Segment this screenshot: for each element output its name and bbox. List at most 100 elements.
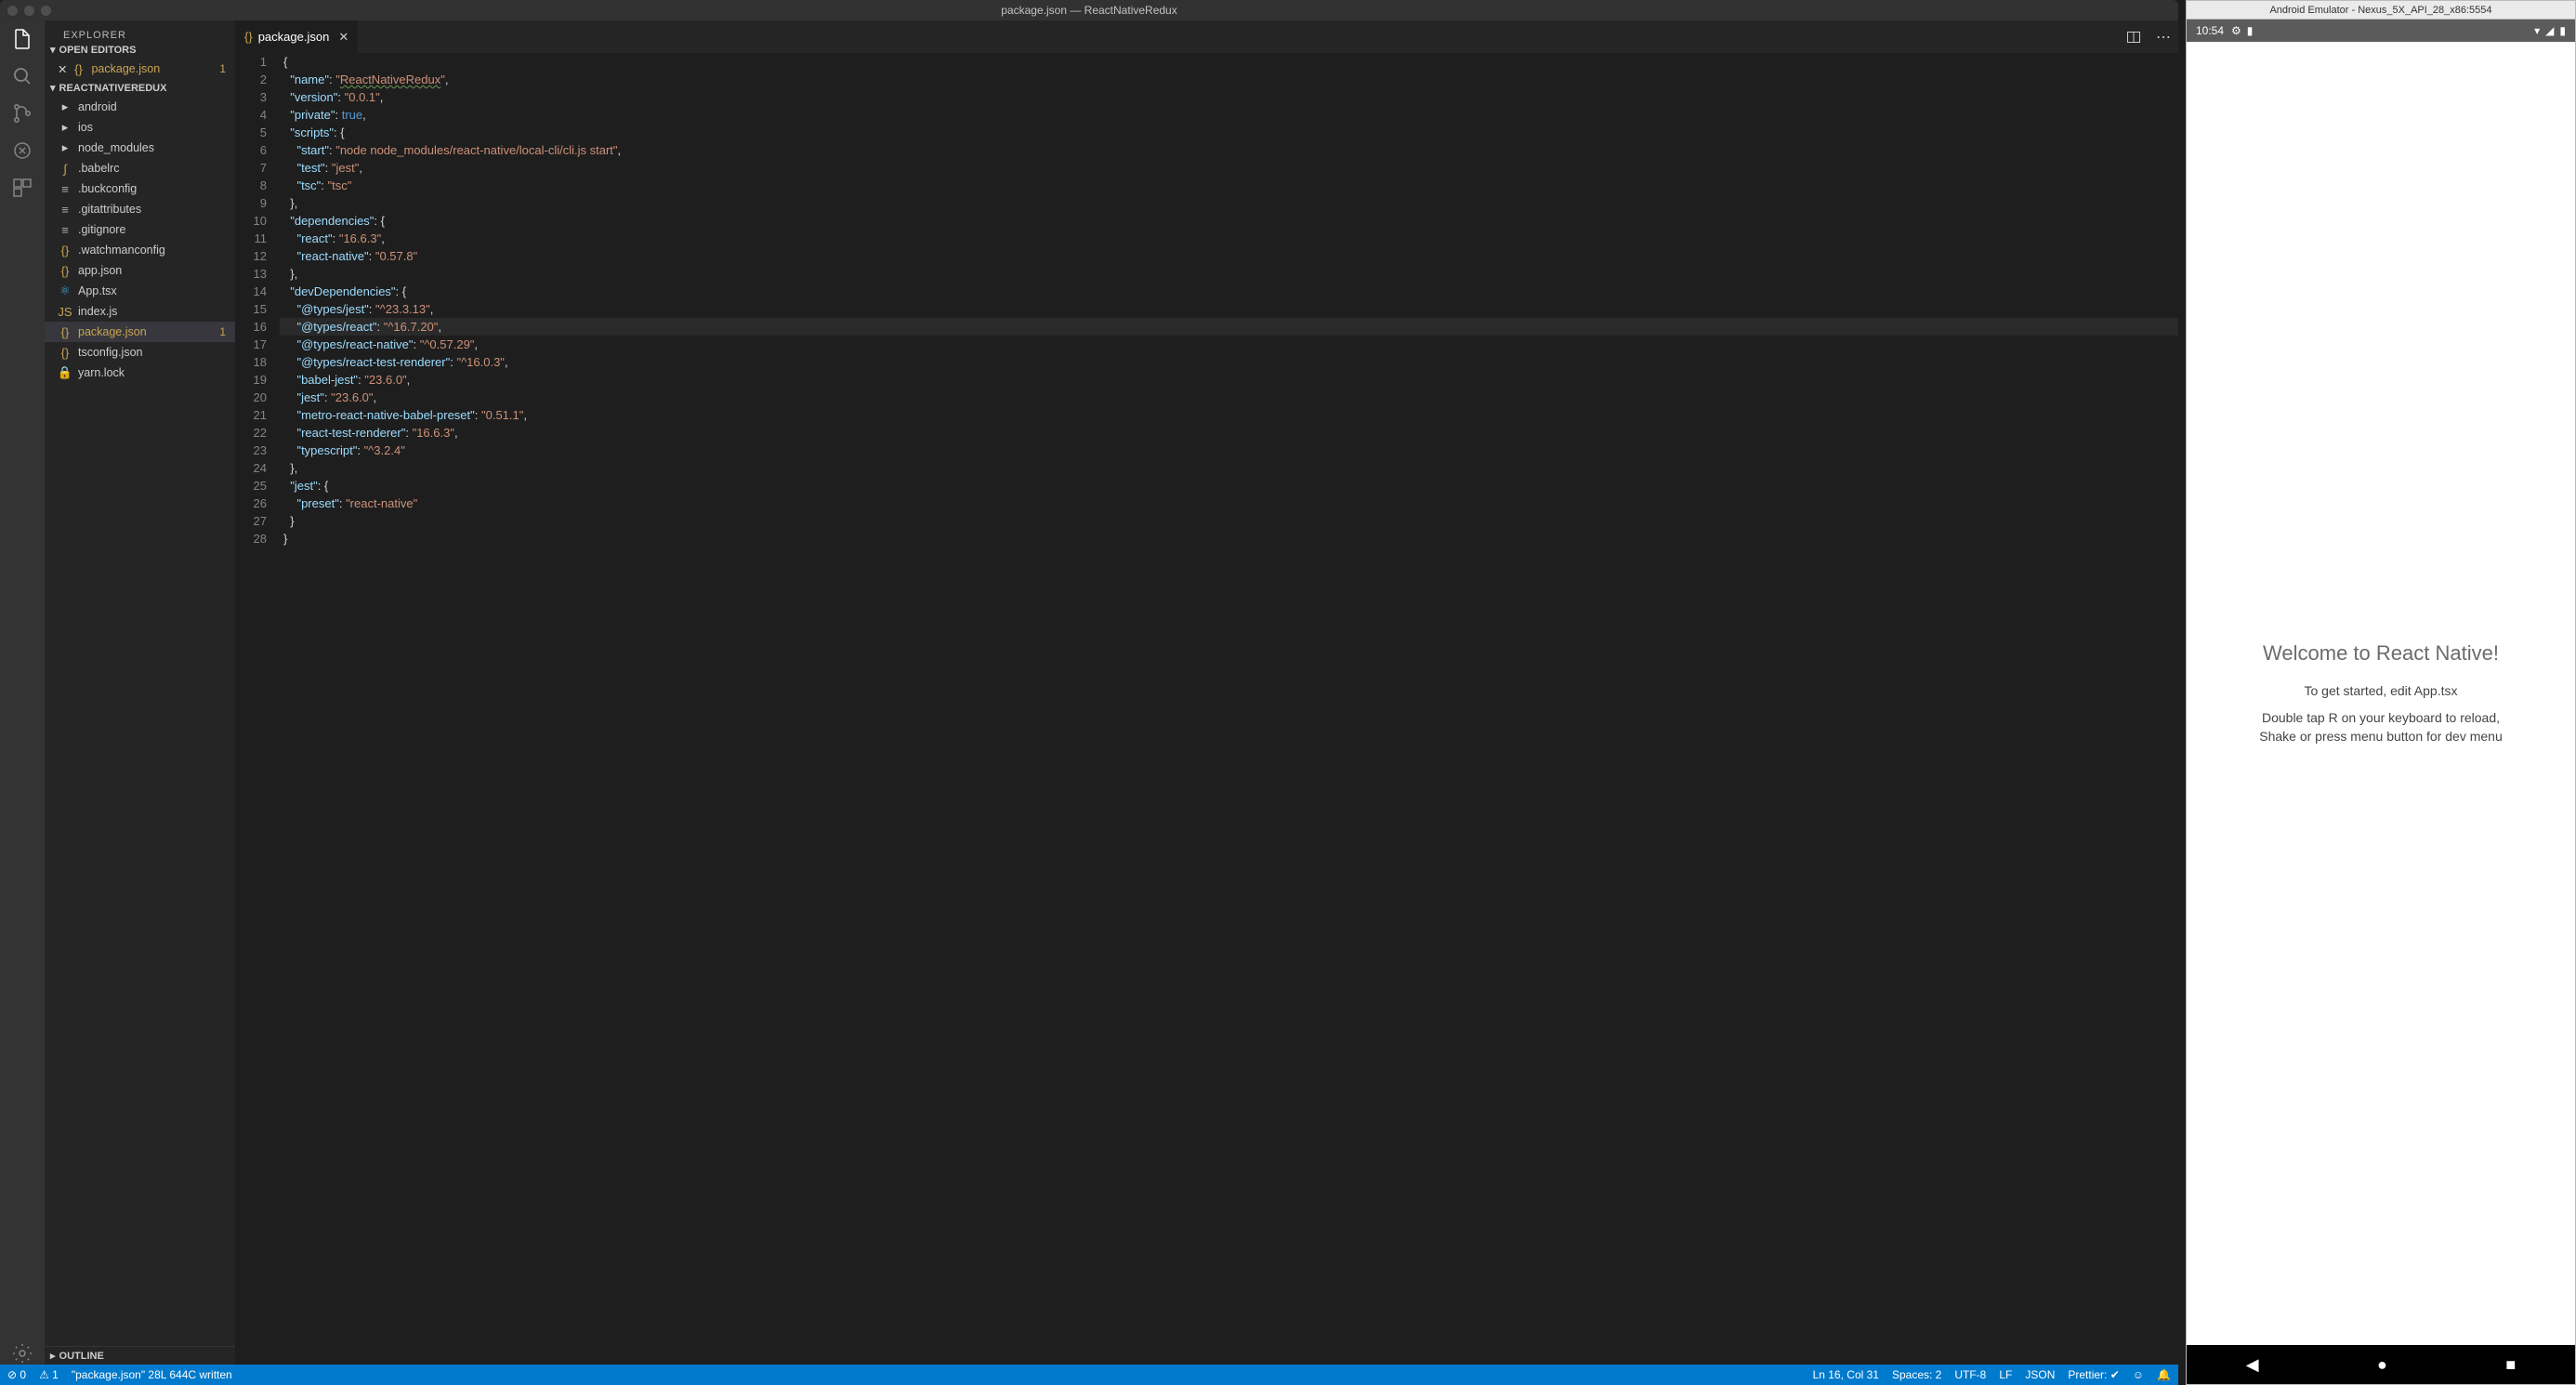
feedback-icon[interactable]: ☺ [2133,1368,2144,1381]
lock-icon: 🔒 [58,365,72,380]
instruction-line-2: Double tap R on your keyboard to reload, [2262,709,2500,728]
folder-icon: ▸ [58,120,72,135]
extensions-icon[interactable] [11,177,33,199]
code-editor[interactable]: 1234567891011121314151617181920212223242… [235,53,2178,1365]
file-item[interactable]: ≡ .gitattributes [45,199,235,219]
instruction-line-1: To get started, edit App.tsx [2305,682,2458,701]
app-content: Welcome to React Native! To get started,… [2187,42,2575,1345]
cursor-position[interactable]: Ln 16, Col 31 [1813,1368,1879,1381]
json-icon: {} [58,324,72,339]
prettier-status[interactable]: Prettier: ✔ [2068,1368,2119,1381]
file-label: .gitignore [78,223,125,236]
file-item[interactable]: ≡.gitignore [45,219,235,240]
welcome-heading: Welcome to React Native! [2263,641,2499,666]
file-tree: ▸android▸ios▸node_modules∫.babelrc≡.buck… [45,97,235,1346]
open-editors-item[interactable]: ✕ {} package.json 1 [45,59,235,79]
search-icon[interactable] [11,65,33,87]
file-item[interactable]: ⚛ App.tsx [45,281,235,301]
file-label: .gitattributes [78,203,141,216]
file-item[interactable]: {} tsconfig.json [45,342,235,363]
file-item[interactable]: JSindex.js [45,301,235,322]
split-editor-icon[interactable] [2119,30,2149,45]
file-label: .buckconfig [78,182,137,195]
open-editor-label: package.json [91,62,160,75]
debug-icon[interactable] [11,139,33,162]
workbench: EXPLORER ▾OPEN EDITORS ✕ {} package.json… [0,20,2178,1365]
file-label: App.tsx [78,284,117,297]
titlebar: package.json — ReactNativeRedux [0,0,2178,20]
file-label: tsconfig.json [78,346,142,359]
file-item[interactable]: {}app.json [45,260,235,281]
indentation[interactable]: Spaces: 2 [1892,1368,1941,1381]
modified-badge: 1 [219,325,226,338]
instruction-line-3: Shake or press menu button for dev menu [2259,728,2502,746]
react-icon: ⚛ [58,284,72,298]
window-title: package.json — ReactNativeRedux [1001,4,1176,17]
outline-header[interactable]: ▸OUTLINE [45,1346,235,1365]
window-controls[interactable] [7,6,51,16]
tab-bar: {} package.json ✕ ⋯ [235,20,2178,53]
activity-bar [0,20,45,1365]
file-item[interactable]: {}.watchmanconfig [45,240,235,260]
file-item[interactable]: ▸ android [45,97,235,117]
settings-icon: ⚙ [2231,24,2241,37]
close-icon[interactable]: ✕ [58,62,67,76]
file-item[interactable]: ∫ .babelrc [45,158,235,178]
file-label: index.js [78,305,117,318]
file-label: node_modules [78,141,154,154]
battery-icon: ▮ [2559,24,2566,37]
encoding[interactable]: UTF-8 [1954,1368,1986,1381]
overview-button[interactable]: ■ [2505,1355,2516,1375]
file-item[interactable]: ≡.buckconfig [45,178,235,199]
babel-icon: ∫ [58,161,72,176]
warnings-count[interactable]: ⚠ 1 [39,1368,59,1381]
more-actions-icon[interactable]: ⋯ [2149,28,2178,46]
chevron-down-icon: ▾ [50,82,56,94]
editor-area: {} package.json ✕ ⋯ 12345678910111213141… [235,20,2178,1365]
file-label: .babelrc [78,162,119,175]
config-icon: ≡ [58,202,72,217]
android-emulator-window: Android Emulator - Nexus_5X_API_28_x86:5… [2186,0,2576,1385]
chevron-down-icon: ▾ [50,44,56,56]
open-editors-header[interactable]: ▾OPEN EDITORS [45,41,235,59]
json-icon: {} [71,61,85,76]
line-numbers: 1234567891011121314151617181920212223242… [235,53,280,1365]
file-item[interactable]: ▸ node_modules [45,138,235,158]
file-label: android [78,100,117,113]
signal-icon: ◢ [2545,24,2554,37]
emulator-titlebar: Android Emulator - Nexus_5X_API_28_x86:5… [2186,0,2576,19]
json-icon: {} [58,345,72,360]
eol[interactable]: LF [1999,1368,2012,1381]
editor-tab[interactable]: {} package.json ✕ [235,20,358,53]
folder-icon: ▸ [58,140,72,155]
explorer-icon[interactable] [11,28,33,50]
folder-icon: ▸ [58,99,72,114]
file-label: yarn.lock [78,366,125,379]
emulator-screen: 10:54 ⚙ ▮ ▾ ◢ ▮ Welcome to React Native!… [2186,19,2576,1385]
file-label: ios [78,121,93,134]
notifications-icon[interactable]: 🔔 [2157,1368,2171,1381]
android-status-bar: 10:54 ⚙ ▮ ▾ ◢ ▮ [2187,20,2575,42]
file-label: package.json [78,325,147,338]
close-icon[interactable]: ✕ [338,30,348,45]
errors-count[interactable]: ⊘ 0 [7,1368,26,1381]
settings-gear-icon[interactable] [11,1342,33,1365]
project-header[interactable]: ▾REACTNATIVEREDUX [45,79,235,97]
source-control-icon[interactable] [11,102,33,125]
file-item[interactable]: ▸ ios [45,117,235,138]
language-mode[interactable]: JSON [2025,1368,2055,1381]
json-icon: {} [244,30,253,44]
app-icon: ▮ [2247,24,2254,37]
file-item[interactable]: {} package.json 1 [45,322,235,342]
wifi-icon: ▾ [2534,24,2540,37]
file-item[interactable]: 🔒 yarn.lock [45,363,235,383]
status-bar: ⊘ 0 ⚠ 1 "package.json" 28L 644C written … [0,1365,2178,1385]
code-content[interactable]: { "name": "ReactNativeRedux", "version":… [280,53,2178,1365]
explorer-sidebar: EXPLORER ▾OPEN EDITORS ✕ {} package.json… [45,20,235,1365]
clock: 10:54 [2196,24,2224,37]
modified-badge: 1 [219,62,226,75]
file-label: app.json [78,264,122,277]
status-message: "package.json" 28L 644C written [72,1368,232,1381]
home-button[interactable]: ● [2377,1355,2387,1375]
back-button[interactable]: ◀ [2246,1355,2259,1375]
